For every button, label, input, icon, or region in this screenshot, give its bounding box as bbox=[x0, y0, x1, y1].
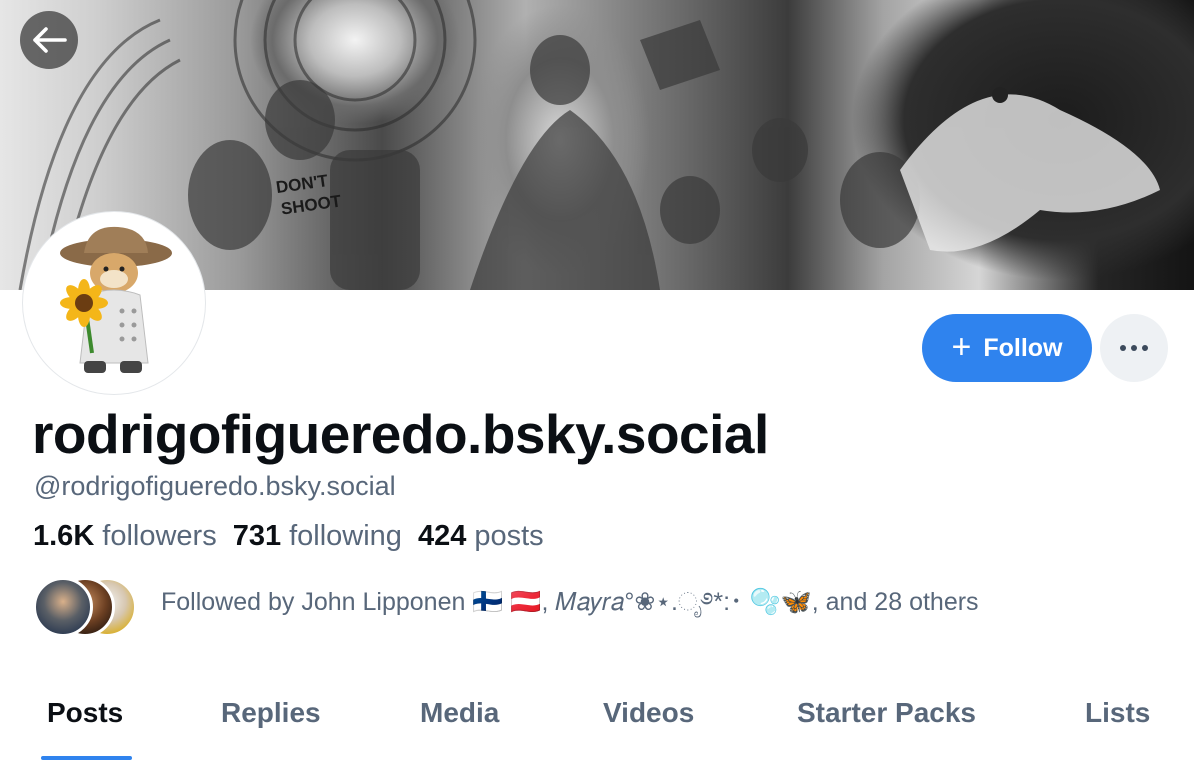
display-name: rodrigofigueredo.bsky.social bbox=[32, 403, 769, 465]
plus-icon: + bbox=[951, 327, 972, 366]
ellipsis-icon bbox=[1120, 345, 1148, 351]
avatar[interactable] bbox=[23, 212, 205, 394]
followers-count: 1.6K bbox=[33, 520, 95, 552]
posts-label: posts bbox=[474, 520, 544, 552]
avatar-image bbox=[60, 226, 172, 373]
follower-avatar bbox=[33, 577, 93, 637]
follow-label: Follow bbox=[983, 333, 1063, 362]
tab-posts[interactable]: Posts bbox=[47, 697, 123, 729]
handle: @rodrigofigueredo.bsky.social bbox=[34, 471, 396, 501]
followers-stat[interactable]: 1.6K followers bbox=[33, 520, 217, 553]
known-followers[interactable]: Followed by John Lipponen 🇫🇮 🇦🇹, 𝑀𝑎𝑦𝑟𝑎°❀… bbox=[33, 576, 979, 640]
follow-button[interactable]: + Follow bbox=[922, 314, 1092, 382]
posts-count: 424 bbox=[417, 520, 467, 552]
following-count: 731 bbox=[232, 520, 282, 552]
tab-lists[interactable]: Lists bbox=[1085, 697, 1150, 729]
back-button[interactable] bbox=[20, 11, 78, 69]
following-stat[interactable]: 731 following bbox=[233, 520, 402, 553]
followed-by-text: Followed by John Lipponen 🇫🇮 🇦🇹, 𝑀𝑎𝑦𝑟𝑎°❀… bbox=[161, 587, 979, 616]
profile-stats: 1.6K followers 731 following 424 posts bbox=[33, 520, 544, 553]
followers-label: followers bbox=[102, 520, 217, 552]
tab-replies[interactable]: Replies bbox=[221, 697, 321, 729]
active-tab-indicator bbox=[41, 756, 132, 760]
posts-stat: 424 posts bbox=[418, 520, 544, 553]
tab-media[interactable]: Media bbox=[420, 697, 499, 729]
known-followers-avatars bbox=[33, 577, 143, 639]
tab-videos[interactable]: Videos bbox=[603, 697, 694, 729]
following-label: following bbox=[289, 520, 402, 552]
profile-tabs: Posts Replies Media Videos Starter Packs… bbox=[0, 680, 1194, 760]
arrow-left-icon bbox=[33, 27, 67, 53]
tab-starter-packs[interactable]: Starter Packs bbox=[797, 697, 976, 729]
more-options-button[interactable] bbox=[1100, 314, 1168, 382]
